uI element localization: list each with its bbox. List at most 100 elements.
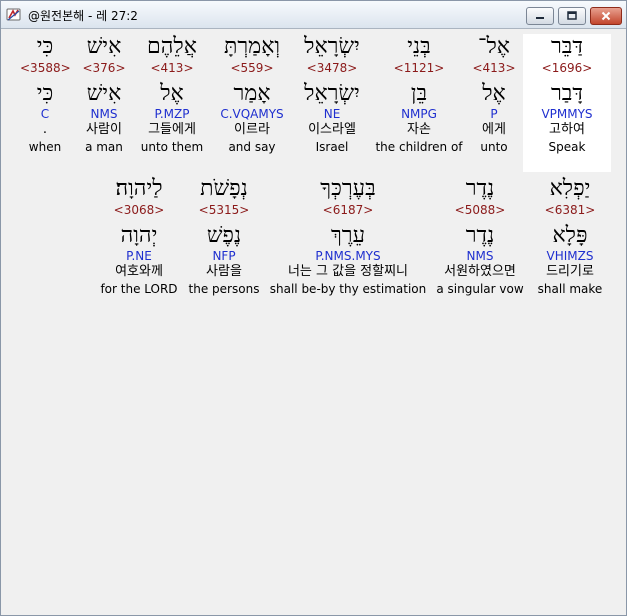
english-gloss: a singular vow bbox=[436, 282, 524, 296]
morphology-code: P bbox=[490, 107, 498, 121]
strong-number[interactable]: <1121> bbox=[374, 61, 464, 75]
hebrew-word: בְּנֵי bbox=[407, 34, 431, 59]
word-block-nefashot[interactable]: נְפָשֹׁת <5315> נֶפֶשׁ NFP 사람을 the perso… bbox=[186, 176, 262, 297]
morphology-code: NFP bbox=[212, 249, 236, 263]
strong-number[interactable]: <413> bbox=[137, 61, 207, 75]
english-gloss: and say bbox=[228, 140, 276, 154]
english-gloss: when bbox=[28, 140, 62, 154]
strong-number[interactable]: <3068> bbox=[96, 203, 182, 217]
word-block-alehem[interactable]: אֲלֵהֶם <413> אֶל P.MZP 그들에게 unto them bbox=[137, 34, 207, 155]
hebrew-word: יִשְׂרָאֵל bbox=[304, 34, 360, 59]
korean-gloss: 사람을 bbox=[206, 264, 242, 279]
strong-number[interactable]: <3588> bbox=[20, 61, 71, 75]
korean-gloss: 그들에게 bbox=[148, 122, 196, 137]
english-gloss: unto them bbox=[140, 140, 204, 154]
word-block-veamarta[interactable]: וְאָמַרְתָּ <559> אָמַר C.VQAMYS 이르라 and… bbox=[211, 34, 293, 155]
korean-gloss: 에게 bbox=[482, 122, 506, 137]
english-gloss: for the LORD bbox=[100, 282, 178, 296]
morphology-code: P.NE bbox=[126, 249, 152, 263]
korean-gloss: 이르라 bbox=[234, 122, 270, 137]
english-gloss: the children of bbox=[375, 140, 463, 154]
korean-gloss: 너는 그 값을 정할찌니 bbox=[287, 264, 409, 279]
korean-gloss: 사람이 bbox=[86, 122, 122, 137]
interlinear-view: דַּבֵּר <1696> דָּבַר VPMMYS 고하여 Speak א… bbox=[2, 30, 626, 615]
maximize-icon bbox=[567, 11, 577, 20]
hebrew-lemma: עֵרֶךְ bbox=[330, 223, 366, 248]
english-gloss: unto bbox=[480, 140, 508, 154]
word-block-israel[interactable]: יִשְׂרָאֵל <3478> יִשְׂרָאֵל NE 이스라엘 Isr… bbox=[289, 34, 375, 155]
strong-number[interactable]: <3478> bbox=[289, 61, 375, 75]
korean-gloss: . bbox=[42, 122, 48, 137]
minimize-icon bbox=[536, 17, 544, 19]
close-button[interactable] bbox=[590, 7, 622, 25]
morphology-code: VHIMZS bbox=[546, 249, 594, 263]
hebrew-lemma: דָּבַר bbox=[551, 81, 583, 106]
hebrew-word: יַפְלִא bbox=[549, 176, 591, 201]
english-gloss: Israel bbox=[315, 140, 349, 154]
minimize-button[interactable] bbox=[526, 7, 554, 25]
word-block-ki[interactable]: כִּי <3588> כִּי C . when bbox=[20, 34, 71, 155]
hebrew-word: בְּעֶרְכְּךָ bbox=[320, 176, 376, 201]
word-block-yafli[interactable]: יַפְלִא <6381> פָּלָא VHIMZS 드리기로 shall … bbox=[532, 176, 608, 297]
hebrew-word: נְפָשֹׁת bbox=[200, 176, 248, 201]
hebrew-word: נֶדֶר bbox=[465, 176, 495, 201]
english-gloss: Speak bbox=[548, 140, 586, 154]
word-block-neder[interactable]: נֶדֶר <5088> נֶדֶר NMS 서원하였으면 a singular… bbox=[432, 176, 528, 297]
strong-number[interactable]: <1696> bbox=[523, 61, 611, 75]
window-title: @원전본해 - 레 27:2 bbox=[28, 9, 138, 23]
korean-gloss: 서원하였으면 bbox=[444, 264, 516, 279]
strong-number[interactable]: <413> bbox=[459, 61, 529, 75]
word-block-el[interactable]: אֶל־ <413> אֶל P 에게 unto bbox=[459, 34, 529, 155]
english-gloss: a man bbox=[85, 140, 123, 154]
hebrew-word: וְאָמַרְתָּ bbox=[223, 34, 281, 59]
hebrew-lemma: כִּי bbox=[36, 81, 54, 106]
close-icon bbox=[601, 11, 611, 21]
morphology-code: NE bbox=[323, 107, 341, 121]
hebrew-word: אִישׁ bbox=[86, 34, 122, 59]
hebrew-lemma: בֵּן bbox=[410, 81, 428, 106]
word-block-bene[interactable]: בְּנֵי <1121> בֵּן NMPG 자손 the children … bbox=[374, 34, 464, 155]
morphology-code: C bbox=[40, 107, 50, 121]
strong-number[interactable]: <6187> bbox=[268, 203, 428, 217]
korean-gloss: 여호와께 bbox=[115, 264, 163, 279]
strong-number[interactable]: <5315> bbox=[186, 203, 262, 217]
korean-gloss: 고하여 bbox=[549, 122, 585, 137]
english-gloss: shall be-by thy estimation bbox=[269, 282, 427, 296]
hebrew-lemma: יְהוָה bbox=[120, 223, 158, 248]
hebrew-lemma: אָמַר bbox=[233, 81, 271, 106]
hebrew-lemma: אִישׁ bbox=[86, 81, 122, 106]
english-gloss: shall make bbox=[537, 282, 603, 296]
hebrew-lemma: יִשְׂרָאֵל bbox=[304, 81, 360, 106]
morphology-code: P.NMS.MYS bbox=[315, 249, 381, 263]
hebrew-word: לַיהוָה׃ bbox=[115, 176, 163, 201]
hebrew-word: דַּבֵּר bbox=[551, 34, 583, 59]
app-logo-icon bbox=[6, 8, 21, 21]
morphology-code: C.VQAMYS bbox=[220, 107, 284, 121]
strong-number[interactable]: <6381> bbox=[532, 203, 608, 217]
hebrew-word: כִּי bbox=[36, 34, 54, 59]
hebrew-word: אֲלֵהֶם bbox=[147, 34, 197, 59]
word-block-ish[interactable]: אִישׁ <376> אִישׁ NMS 사람이 a man bbox=[78, 34, 130, 155]
maximize-button[interactable] bbox=[558, 7, 586, 25]
hebrew-lemma: אֶל bbox=[482, 81, 506, 106]
hebrew-lemma: נֶדֶר bbox=[465, 223, 495, 248]
strong-number[interactable]: <559> bbox=[211, 61, 293, 75]
morphology-code: NMS bbox=[466, 249, 494, 263]
korean-gloss: 자손 bbox=[407, 122, 431, 137]
morphology-code: NMPG bbox=[401, 107, 437, 121]
hebrew-lemma: נֶפֶשׁ bbox=[206, 223, 242, 248]
word-block-ladonai[interactable]: לַיהוָה׃ <3068> יְהוָה P.NE 여호와께 for the… bbox=[96, 176, 182, 297]
hebrew-lemma: אֶל bbox=[160, 81, 184, 106]
hebrew-word: אֶל־ bbox=[478, 34, 510, 59]
hebrew-lemma: פָּלָא bbox=[552, 223, 588, 248]
app-window: @원전본해 - 레 27:2 דַּבֵּר <1696> דָּבַר VPM… bbox=[0, 0, 627, 616]
title-bar[interactable]: @원전본해 - 레 27:2 bbox=[1, 1, 626, 29]
strong-number[interactable]: <376> bbox=[78, 61, 130, 75]
strong-number[interactable]: <5088> bbox=[432, 203, 528, 217]
word-block-dabber[interactable]: דַּבֵּר <1696> דָּבַר VPMMYS 고하여 Speak bbox=[523, 34, 611, 172]
korean-gloss: 드리기로 bbox=[546, 264, 594, 279]
korean-gloss: 이스라엘 bbox=[308, 122, 356, 137]
english-gloss: the persons bbox=[188, 282, 260, 296]
morphology-code: VPMMYS bbox=[541, 107, 593, 121]
word-block-beerkecha[interactable]: בְּעֶרְכְּךָ <6187> עֵרֶךְ P.NMS.MYS 너는 … bbox=[268, 176, 428, 297]
